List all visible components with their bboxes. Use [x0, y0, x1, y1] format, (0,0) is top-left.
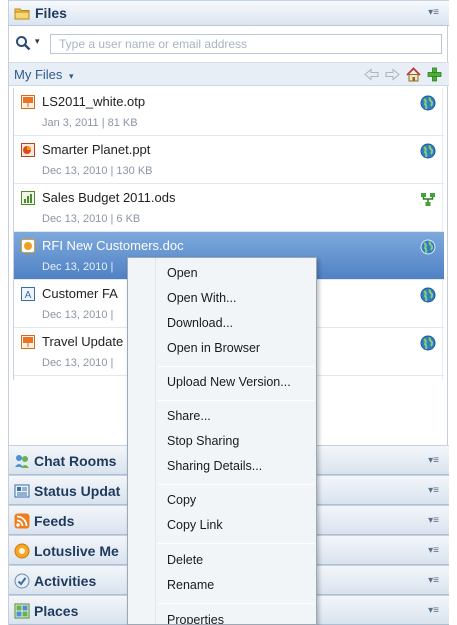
places-icon [14, 603, 30, 619]
menu-item-copy[interactable]: Copy [167, 493, 196, 507]
status-updates-icon [14, 483, 30, 499]
context-menu-gutter [128, 258, 156, 624]
menu-item-upload-new-version[interactable]: Upload New Version... [167, 375, 291, 389]
file-row[interactable]: LS2011_white.otp Jan 3, 2011 | 81 KB [14, 88, 444, 136]
menu-item-open-with[interactable]: Open With... [167, 291, 236, 305]
file-name[interactable]: Travel Update [42, 334, 123, 349]
menu-item-stop-sharing[interactable]: Stop Sharing [167, 434, 239, 448]
file-meta: Jan 3, 2011 | 81 KB [42, 117, 138, 129]
presentation-template-icon [20, 94, 36, 110]
panel-menu-icon[interactable]: ▾≡ [428, 455, 439, 466]
menu-item-rename[interactable]: Rename [167, 578, 214, 592]
menu-separator [158, 603, 314, 604]
files-panel-menu-icon[interactable]: ▾≡ [428, 7, 439, 18]
file-meta: Dec 13, 2010 | [42, 261, 114, 273]
panel-menu-icon[interactable]: ▾≡ [428, 575, 439, 586]
activities-icon [14, 573, 30, 589]
file-row[interactable]: Sales Budget 2011.ods Dec 13, 2010 | 6 K… [14, 184, 444, 232]
file-row[interactable]: Smarter Planet.ppt Dec 13, 2010 | 130 KB [14, 136, 444, 184]
network-icon [420, 191, 436, 207]
document-icon [20, 238, 36, 254]
home-icon[interactable] [405, 66, 422, 83]
svg-text:A: A [25, 290, 32, 301]
file-name[interactable]: LS2011_white.otp [42, 94, 145, 109]
panel-menu-icon[interactable]: ▾≡ [428, 515, 439, 526]
file-name[interactable]: Customer FA [42, 286, 118, 301]
feeds-panel-title: Feeds [34, 513, 75, 529]
file-name[interactable]: Sales Budget 2011.ods [42, 190, 175, 205]
panel-menu-icon[interactable]: ▾≡ [428, 485, 439, 496]
text-file-icon: A [20, 286, 36, 302]
back-arrow-icon[interactable] [363, 66, 380, 83]
file-meta: Dec 13, 2010 | [42, 309, 114, 321]
powerpoint-icon [20, 142, 36, 158]
spreadsheet-icon [20, 190, 36, 206]
lotuslive-icon [14, 543, 30, 559]
search-icon[interactable] [15, 35, 31, 51]
globe-icon [420, 287, 436, 303]
menu-item-properties[interactable]: Properties [167, 613, 224, 624]
add-icon[interactable] [426, 66, 443, 83]
globe-icon [420, 239, 436, 255]
file-meta: Dec 13, 2010 | 130 KB [42, 165, 153, 177]
rss-feed-icon [14, 513, 30, 529]
file-name[interactable]: RFI New Customers.doc [42, 238, 184, 253]
my-files-toolbar [363, 66, 443, 83]
activities-panel-title: Activities [34, 573, 97, 589]
menu-item-download[interactable]: Download... [167, 316, 233, 330]
status-updates-panel-title: Status Updat [34, 483, 121, 499]
my-files-label: My Files [14, 67, 63, 82]
menu-item-sharing-details[interactable]: Sharing Details... [167, 459, 262, 473]
lotuslive-panel-title: Lotuslive Me [34, 543, 119, 559]
panel-menu-icon[interactable]: ▾≡ [428, 545, 439, 556]
chat-rooms-icon [14, 453, 30, 469]
files-panel-header[interactable]: Files ▾≡ [9, 0, 449, 26]
menu-separator [158, 366, 314, 367]
presentation-template-icon [20, 334, 36, 350]
search-input[interactable] [50, 34, 442, 54]
menu-item-copy-link[interactable]: Copy Link [167, 518, 223, 532]
menu-item-share[interactable]: Share... [167, 409, 211, 423]
my-files-caret-icon: ▾ [69, 71, 74, 81]
places-panel-title: Places [34, 603, 79, 619]
menu-separator [158, 484, 314, 485]
app-root: Files ▾≡ ▾ My Files ▾ [0, 0, 457, 625]
globe-icon [420, 143, 436, 159]
menu-separator [158, 400, 314, 401]
files-panel-title: Files [35, 5, 67, 21]
menu-item-open-in-browser[interactable]: Open in Browser [167, 341, 260, 355]
my-files-bar: My Files ▾ [9, 62, 449, 86]
globe-icon [420, 95, 436, 111]
folder-icon [14, 5, 31, 22]
file-meta: Dec 13, 2010 | 6 KB [42, 213, 141, 225]
file-meta: Dec 13, 2010 | [42, 357, 114, 369]
search-row: ▾ [9, 32, 449, 56]
chat-rooms-panel-title: Chat Rooms [34, 453, 117, 469]
globe-icon [420, 335, 436, 351]
file-name[interactable]: Smarter Planet.ppt [42, 142, 150, 157]
my-files-dropdown[interactable]: My Files ▾ [14, 67, 74, 82]
forward-arrow-icon[interactable] [384, 66, 401, 83]
menu-item-open[interactable]: Open [167, 266, 198, 280]
menu-item-delete[interactable]: Delete [167, 553, 203, 567]
file-context-menu: Open Open With... Download... Open in Br… [127, 257, 317, 625]
panel-menu-icon[interactable]: ▾≡ [428, 605, 439, 616]
search-scope-caret-icon[interactable]: ▾ [35, 36, 40, 47]
menu-separator [158, 543, 314, 544]
